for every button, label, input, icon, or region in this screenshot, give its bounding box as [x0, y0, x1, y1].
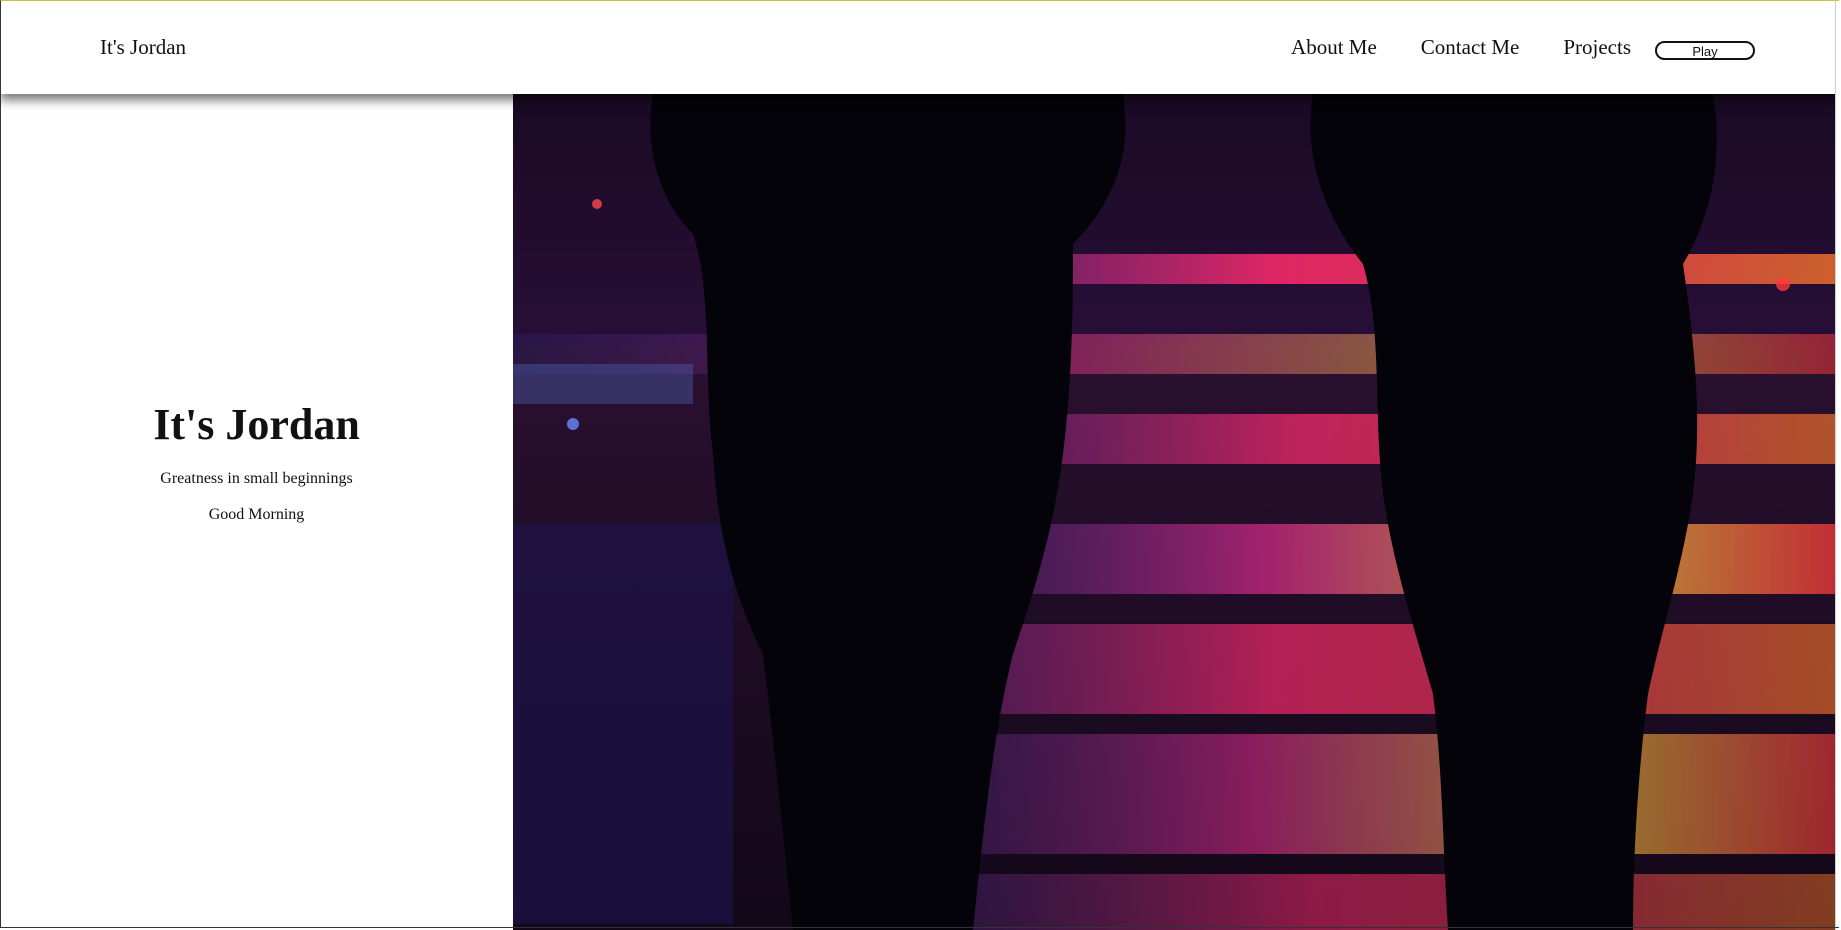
nav-link-about-me[interactable]: About Me — [1291, 35, 1377, 60]
play-button[interactable]: Play — [1655, 41, 1755, 60]
navbar: It's Jordan About Me Contact Me Projects… — [0, 0, 1835, 94]
night-street-scene — [513, 94, 1835, 930]
page: It's Jordan About Me Contact Me Projects… — [0, 0, 1841, 930]
hero-text-panel: It's Jordan Greatness in small beginning… — [0, 94, 513, 930]
hero-tagline: Greatness in small beginnings — [160, 470, 353, 487]
brand-link[interactable]: It's Jordan — [100, 35, 186, 60]
nav-link-contact-me[interactable]: Contact Me — [1421, 35, 1520, 60]
hero-background-video — [513, 94, 1835, 930]
nav-link-projects[interactable]: Projects — [1563, 35, 1631, 60]
hero-title: It's Jordan — [153, 400, 360, 449]
right-gutter — [1835, 0, 1841, 930]
hero-greeting: Good Morning — [208, 506, 305, 523]
nav-links: About Me Contact Me Projects Play — [1247, 35, 1755, 60]
